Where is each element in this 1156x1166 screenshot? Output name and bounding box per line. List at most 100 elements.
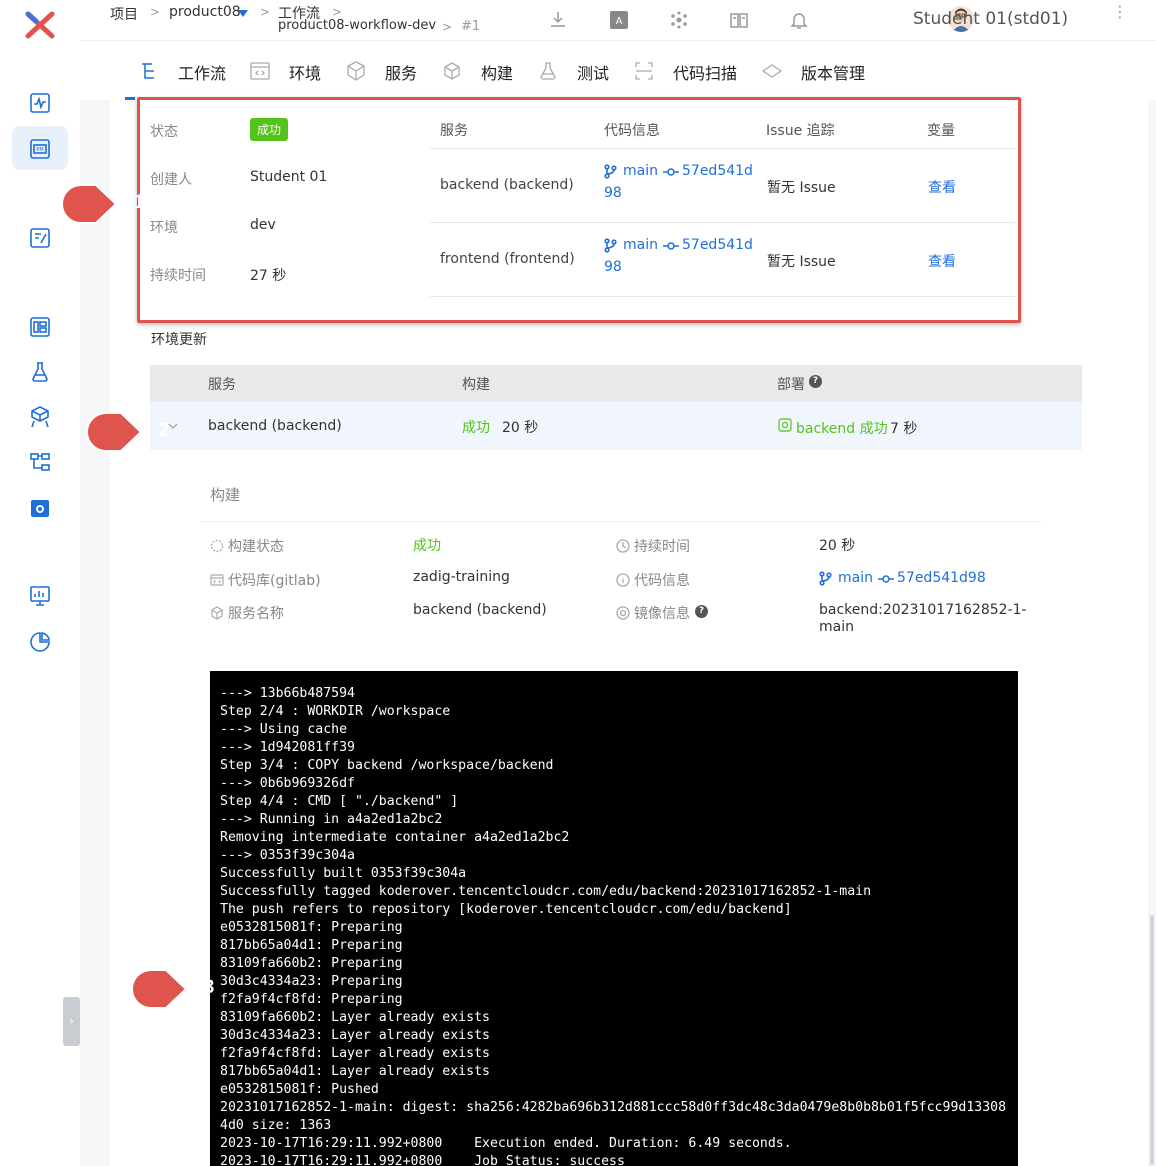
project-tabs: 工作流 环境 服务 构建 测试 代码扫描 版本管理 xyxy=(80,40,1156,100)
delivery-icon[interactable] xyxy=(28,450,52,474)
log-line: 817bb65a04d1: Preparing xyxy=(220,938,403,953)
help-icon[interactable]: ? xyxy=(695,605,708,618)
code-info-label-text: 代码信息 xyxy=(634,573,690,589)
scrollbar-thumb[interactable] xyxy=(1150,915,1154,1165)
log-line: 817bb65a04d1: Layer already exists xyxy=(220,1064,490,1079)
download-icon[interactable] xyxy=(548,10,568,30)
log-line: ---> 1d942081ff39 xyxy=(220,740,355,755)
service-name-label-text: 服务名称 xyxy=(228,606,284,622)
log-line: f2fa9f4cf8fd: Preparing xyxy=(220,992,403,1007)
log-line: ---> 0353f39c304a xyxy=(220,848,355,863)
tab-code-scan[interactable]: 代码扫描 xyxy=(673,60,737,84)
env-row-deploy-time: 7 秒 xyxy=(890,421,918,437)
breadcrumb-project[interactable]: product08 xyxy=(169,4,241,20)
build-manage-icon[interactable] xyxy=(28,315,52,339)
image-icon xyxy=(616,606,630,620)
docs-icon[interactable] xyxy=(729,10,749,30)
test-icon xyxy=(540,62,556,80)
user-name[interactable]: Student 01(std01) xyxy=(913,9,1068,29)
breadcrumb-separator: > xyxy=(442,20,453,34)
repo-value: zadig-training xyxy=(413,569,510,585)
build-duration-label: 持续时间 xyxy=(616,536,690,556)
build-status-label: 构建状态 xyxy=(210,536,284,556)
image-info-label-text: 镜像信息 xyxy=(634,606,690,622)
build-duration-value: 20 秒 xyxy=(819,538,856,554)
env-header-build: 构建 xyxy=(462,377,490,393)
log-line: ---> 13b66b487594 xyxy=(220,686,355,701)
sidebar-expand-toggle[interactable]: › xyxy=(63,997,80,1046)
annotation-marker-number: 2 xyxy=(158,420,170,441)
annotation-box xyxy=(137,97,1021,323)
log-line: 2023-10-17T16:29:11.992+0800 Execution e… xyxy=(220,1136,792,1151)
monitor-icon[interactable] xyxy=(28,584,52,608)
image-value-line2: main xyxy=(819,619,854,635)
tab-version[interactable]: 版本管理 xyxy=(801,60,865,84)
build-branch-link[interactable]: main xyxy=(838,570,873,586)
tab-build[interactable]: 构建 xyxy=(481,60,513,84)
image-info-label: 镜像信息 xyxy=(616,603,690,623)
log-line: e0532815081f: Preparing xyxy=(220,920,403,935)
breadcrumb-run: #1 xyxy=(461,19,481,34)
build-status-value: 成功 xyxy=(413,538,441,554)
help-icon[interactable]: ? xyxy=(809,375,822,388)
code-repo-icon xyxy=(210,574,224,586)
version-icon xyxy=(762,64,782,78)
test-flask-icon[interactable] xyxy=(28,360,52,384)
breadcrumb-separator: > xyxy=(260,5,271,19)
project-dropdown-icon[interactable] xyxy=(238,10,248,18)
env-header-service: 服务 xyxy=(208,377,236,393)
service-name-value: backend (backend) xyxy=(413,602,547,618)
image-value-line1: backend:20231017162852-1- xyxy=(819,602,1027,618)
dashboard-icon[interactable] xyxy=(28,91,52,115)
log-line: ---> 0b6b969326df xyxy=(220,776,355,791)
build-icon xyxy=(444,62,460,80)
tab-workflow[interactable]: 工作流 xyxy=(178,60,226,84)
annotation-marker: 3 xyxy=(130,968,214,1010)
artifact-icon[interactable] xyxy=(28,405,52,429)
log-line: Step 2/4 : WORKDIR /workspace xyxy=(220,704,451,719)
more-menu-icon[interactable]: ⋮ xyxy=(1112,4,1128,20)
annotation-marker: 2 xyxy=(85,411,169,453)
annotation-marker: 1 xyxy=(60,183,144,225)
env-row-deploy-status[interactable]: backend 成功 xyxy=(796,418,888,438)
env-header-deploy: 部署 xyxy=(777,377,805,393)
log-line: ---> Running in a4a2ed1a2bc2 xyxy=(220,812,443,827)
clock-icon xyxy=(616,539,630,553)
service-icon xyxy=(211,606,223,620)
env-row-build-status[interactable]: 成功 xyxy=(462,417,490,437)
project-manage-icon[interactable]: PM xyxy=(28,137,52,161)
notification-bell-icon[interactable] xyxy=(789,10,809,30)
breadcrumb-projects[interactable]: 项目 xyxy=(110,4,138,24)
annotation-marker-number: 1 xyxy=(133,192,145,213)
tab-environment[interactable]: 环境 xyxy=(289,60,321,84)
log-line: e0532815081f: Pushed xyxy=(220,1082,379,1097)
build-commit-link[interactable]: 57ed541d98 xyxy=(897,570,986,586)
repo-label: 代码库(gitlab) xyxy=(210,570,321,590)
language-icon[interactable]: A xyxy=(609,10,629,30)
repo-label-text: 代码库(gitlab) xyxy=(228,573,321,589)
breadcrumb-workflow[interactable]: product08-workflow-dev xyxy=(278,18,436,33)
info-icon xyxy=(616,573,630,587)
breadcrumb-separator: > xyxy=(332,5,343,19)
settings-calendar-icon[interactable] xyxy=(28,496,52,520)
sidebar: PM › xyxy=(0,0,80,1166)
svg-text:PM: PM xyxy=(36,147,43,153)
zadig-logo[interactable] xyxy=(24,10,56,40)
tab-test[interactable]: 测试 xyxy=(577,60,609,84)
log-line: ---> Using cache xyxy=(220,722,348,737)
log-line: The push refers to repository [koderover… xyxy=(220,902,792,917)
statistics-pie-icon[interactable] xyxy=(28,630,52,654)
env-update-table-header xyxy=(150,365,1082,402)
plugin-icon[interactable] xyxy=(669,10,689,30)
build-log-console[interactable]: ---> 13b66b487594 Step 2/4 : WORKDIR /wor… xyxy=(210,671,1018,1166)
svg-text:A: A xyxy=(616,16,623,27)
branch-icon xyxy=(819,571,832,586)
log-line: Removing intermediate container a4a2ed1a… xyxy=(220,830,570,845)
log-line: Successfully tagged koderover.tencentclo… xyxy=(220,884,872,899)
template-icon[interactable] xyxy=(28,226,52,250)
log-line: 83109fa660b2: Preparing xyxy=(220,956,403,971)
service-name-label: 服务名称 xyxy=(210,603,284,623)
tab-service[interactable]: 服务 xyxy=(385,60,417,84)
commit-icon xyxy=(878,575,894,583)
env-update-title: 环境更新 xyxy=(151,332,207,348)
